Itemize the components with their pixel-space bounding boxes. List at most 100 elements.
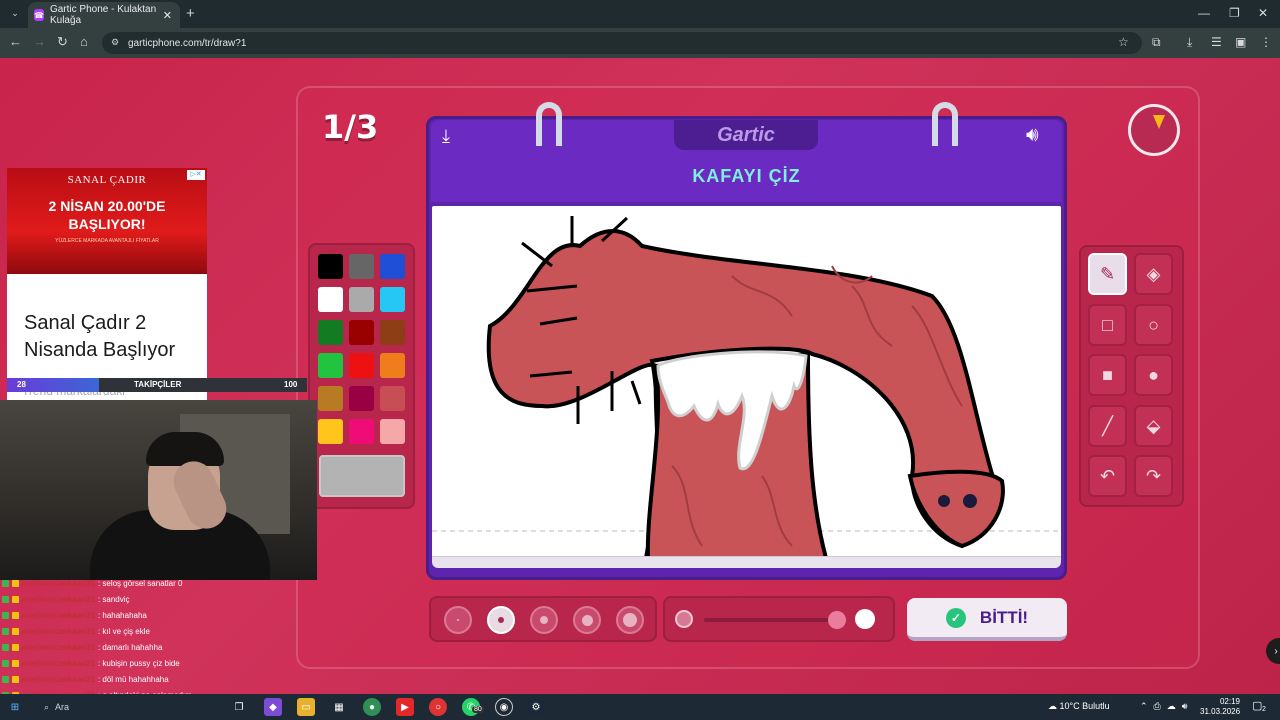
minimize-icon[interactable]: — xyxy=(1198,6,1210,20)
start-icon[interactable]: ⊞ xyxy=(6,698,24,716)
opacity-slider-handle[interactable] xyxy=(828,611,846,629)
rectangle-outline-tool-button[interactable]: □ xyxy=(1088,304,1127,346)
tab-search-button[interactable]: ⌄ xyxy=(6,4,24,22)
download-drawing-icon[interactable]: ⤓ xyxy=(442,126,450,147)
brush-size-2[interactable] xyxy=(487,606,515,634)
timer-icon xyxy=(1128,104,1180,156)
notification-icon[interactable]: ▢ xyxy=(1252,699,1262,712)
opacity-min-icon xyxy=(675,610,693,628)
color-swatch[interactable] xyxy=(380,386,405,411)
color-swatch[interactable] xyxy=(349,287,374,312)
redo-button[interactable]: ↷ xyxy=(1134,455,1173,497)
chat-text: : kubişin pussy çiz bide xyxy=(97,658,180,668)
store-icon[interactable]: ▦ xyxy=(330,698,348,716)
chat-username: mertmercankaan31 xyxy=(22,594,95,604)
brush-size-3[interactable] xyxy=(530,606,558,634)
download-icon[interactable]: ⤓ xyxy=(1187,35,1192,50)
opera-gx-icon[interactable]: ○ xyxy=(429,698,447,716)
back-icon[interactable]: ← xyxy=(9,34,22,49)
color-swatch[interactable] xyxy=(349,254,374,279)
menu-dots-icon[interactable]: ⋮ xyxy=(1260,35,1272,49)
address-bar[interactable]: ⚙ garticphone.com/tr/draw?1 xyxy=(102,32,1142,54)
extensions-icon[interactable]: ⧉ xyxy=(1152,35,1161,50)
undo-icon: ↶ xyxy=(1099,465,1116,486)
color-swatch[interactable] xyxy=(380,287,405,312)
opacity-slider[interactable] xyxy=(704,618,836,622)
opacity-max-icon xyxy=(855,609,875,629)
color-swatch[interactable] xyxy=(380,320,405,345)
color-swatch[interactable] xyxy=(318,419,343,444)
ellipse-outline-tool-button[interactable]: ○ xyxy=(1134,304,1173,346)
home-icon[interactable]: ⌂ xyxy=(80,34,88,49)
color-swatch[interactable] xyxy=(318,287,343,312)
new-tab-button[interactable]: + xyxy=(186,5,195,22)
color-swatch[interactable] xyxy=(349,386,374,411)
color-swatch[interactable] xyxy=(318,386,343,411)
system-tray-icons[interactable]: ⌃⎙☁🔊︎ xyxy=(1140,701,1193,712)
site-info-icon[interactable]: ⚙ xyxy=(111,37,122,48)
weather-text: 10°C Bulutlu xyxy=(1059,701,1110,711)
chat-text: : sandviç xyxy=(97,594,130,604)
profile-icon[interactable]: ▣ xyxy=(1235,35,1246,49)
reading-list-icon[interactable]: ☰ xyxy=(1211,35,1222,49)
round-counter: 1/3 xyxy=(322,108,379,146)
notebook-pages-edge xyxy=(432,556,1061,568)
tab-close-icon[interactable]: ✕ xyxy=(163,9,172,22)
check-icon: ✓ xyxy=(945,607,966,628)
steam-icon[interactable]: ⚙ xyxy=(527,698,545,716)
brush-size-5[interactable] xyxy=(616,606,644,634)
sound-icon[interactable]: 🔊︎ xyxy=(1026,124,1039,147)
restore-icon[interactable]: ❐ xyxy=(1229,6,1240,20)
line-tool-button[interactable]: ╱ xyxy=(1088,405,1127,447)
brush-size-4[interactable] xyxy=(573,606,601,634)
color-swatch[interactable] xyxy=(318,353,343,378)
obs-icon[interactable]: ◉ xyxy=(495,698,513,716)
badge-icon xyxy=(2,643,9,651)
ellipse-fill-icon: ● xyxy=(1148,364,1159,385)
file-explorer-icon[interactable]: ▭ xyxy=(297,698,315,716)
chrome-icon[interactable]: ● xyxy=(363,698,381,716)
copilot-icon[interactable]: ◆ xyxy=(264,698,282,716)
color-swatch[interactable] xyxy=(380,353,405,378)
clock-date: 31.03.2026 xyxy=(1200,707,1241,716)
color-swatch[interactable] xyxy=(349,353,374,378)
drawing-canvas[interactable] xyxy=(432,206,1061,560)
gartic-logo: Gartic xyxy=(674,120,818,150)
pencil-tool-button[interactable]: ✎ xyxy=(1088,253,1127,295)
window-close-icon[interactable]: ✕ xyxy=(1258,6,1268,20)
youtube-icon[interactable]: ▶ xyxy=(396,698,414,716)
rectangle-fill-tool-button[interactable]: ■ xyxy=(1088,354,1127,396)
badge-icon xyxy=(2,595,9,603)
badge-icon xyxy=(12,627,19,635)
clock[interactable]: 02:19 31.03.2026 xyxy=(1200,697,1240,717)
task-view-icon[interactable]: ❐ xyxy=(230,698,248,716)
taskbar-search[interactable]: ⌕ Ara xyxy=(40,698,170,716)
forward-icon[interactable]: → xyxy=(33,34,46,49)
color-swatch[interactable] xyxy=(349,419,374,444)
color-swatch[interactable] xyxy=(318,254,343,279)
rectangle-fill-icon: ■ xyxy=(1102,364,1113,385)
bookmark-star-icon[interactable]: ☆ xyxy=(1118,35,1129,49)
chat-username: mertmercankaan31 xyxy=(22,578,95,588)
ad-body-text[interactable]: Sanal Çadır 2 Nisanda Başlıyor xyxy=(24,310,204,364)
notification-count: 2 xyxy=(1262,706,1266,713)
done-button[interactable]: ✓ BİTTİ! xyxy=(907,598,1067,641)
chat-text: : kıl ve çiş ekle xyxy=(97,626,150,636)
color-swatch[interactable] xyxy=(380,419,405,444)
eraser-tool-button[interactable]: ◈ xyxy=(1134,253,1173,295)
reload-icon[interactable]: ↻ xyxy=(57,34,68,50)
brush-size-1[interactable] xyxy=(444,606,472,634)
color-swatch[interactable] xyxy=(349,320,374,345)
search-icon: ⌕ xyxy=(44,701,50,712)
url-text: garticphone.com/tr/draw?1 xyxy=(128,37,247,49)
bucket-icon: ⬙ xyxy=(1146,415,1161,436)
undo-button[interactable]: ↶ xyxy=(1088,455,1127,497)
chat-message: mertmercankaan31: kıl ve çiş ekle xyxy=(2,624,150,638)
weather-widget[interactable]: ☁ 10°C Bulutlu xyxy=(1048,701,1110,712)
color-swatch[interactable] xyxy=(380,254,405,279)
badge-icon xyxy=(2,611,9,619)
ellipse-fill-tool-button[interactable]: ● xyxy=(1134,354,1173,396)
browser-tab[interactable]: ☎ Gartic Phone - Kulaktan Kulağa ✕ xyxy=(28,2,180,28)
color-swatch[interactable] xyxy=(318,320,343,345)
bucket-tool-button[interactable]: ⬙ xyxy=(1134,405,1173,447)
